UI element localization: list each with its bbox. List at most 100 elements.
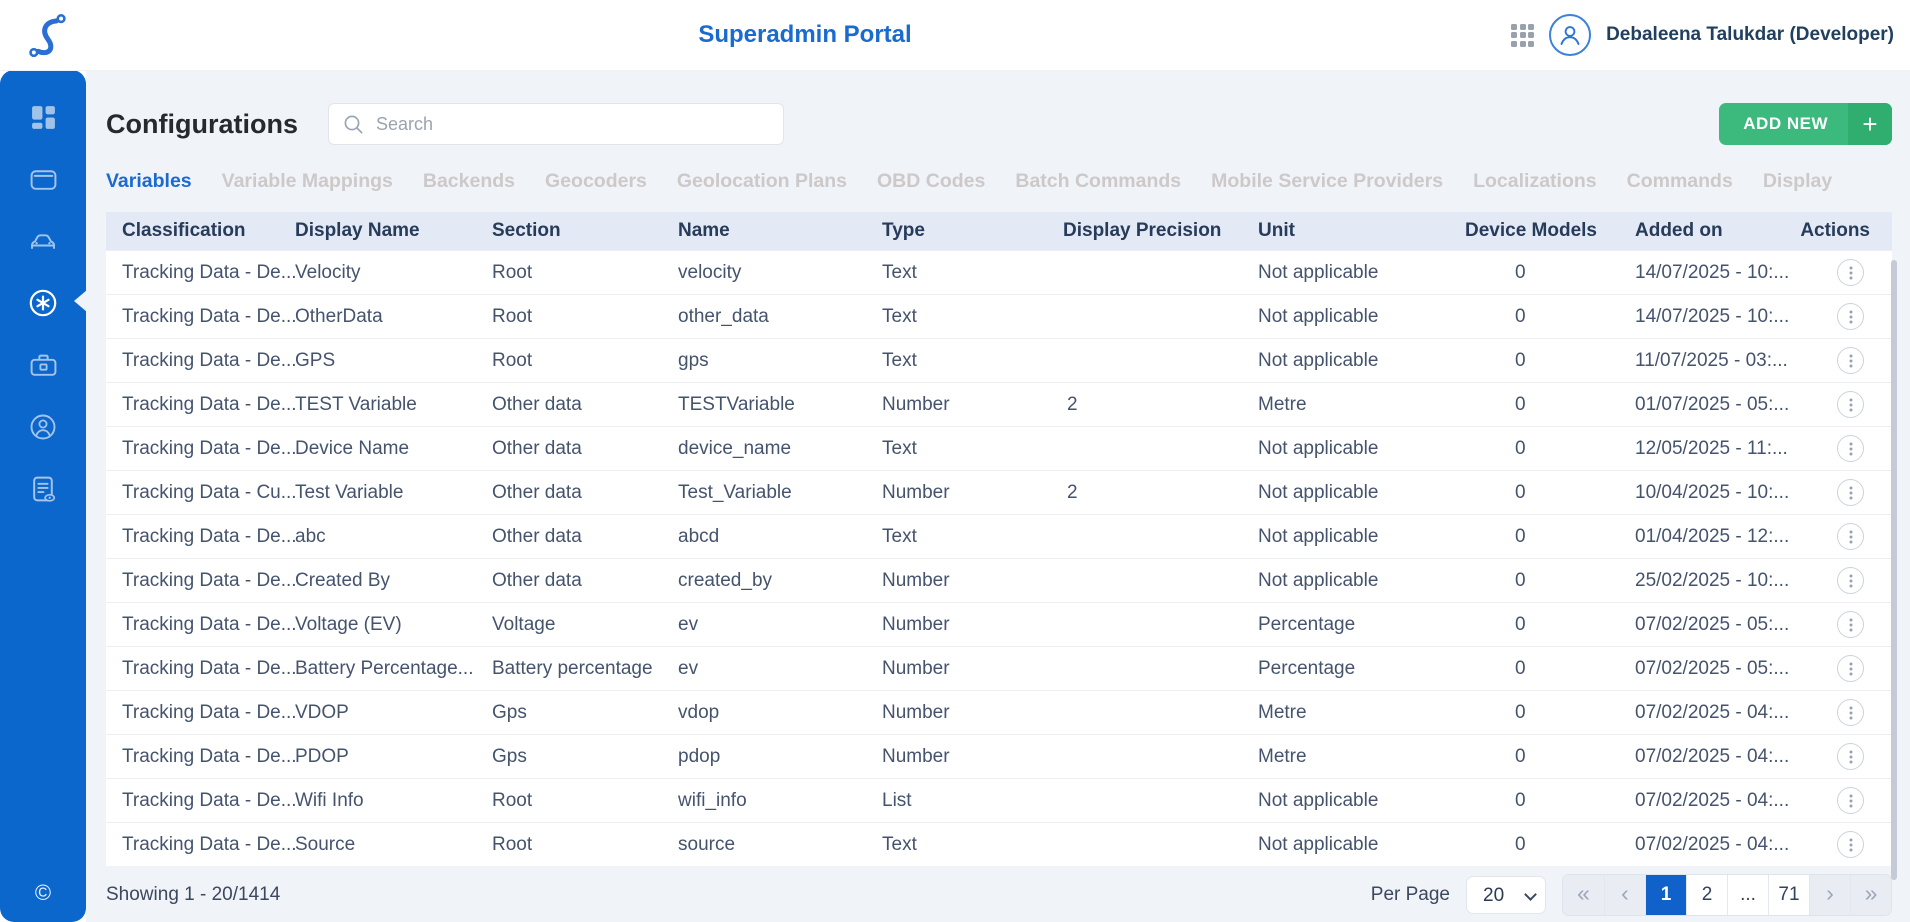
user-name: Debaleena Talukdar (Developer) <box>1606 24 1894 46</box>
table-row[interactable]: Tracking Data - Cu... Test Variable Othe… <box>106 470 1892 514</box>
table-row[interactable]: Tracking Data - De... VDOP Gps vdop Numb… <box>106 690 1892 734</box>
cell-type: List <box>882 779 1063 822</box>
row-actions-button[interactable] <box>1837 347 1864 374</box>
table-row[interactable]: Tracking Data - De... Wifi Info Root wif… <box>106 778 1892 822</box>
table-row[interactable]: Tracking Data - De... Created By Other d… <box>106 558 1892 602</box>
table-row[interactable]: Tracking Data - De... Voltage (EV) Volta… <box>106 602 1892 646</box>
variables-table: Classification Display Name Section Name… <box>106 212 1892 866</box>
table-row[interactable]: Tracking Data - De... GPS Root gps Text … <box>106 338 1892 382</box>
sidebar-item-dashboard[interactable] <box>0 86 86 148</box>
tab[interactable]: Geolocation Plans <box>677 170 847 193</box>
page-button: ... <box>1727 875 1768 915</box>
next-page-button[interactable]: › <box>1809 875 1850 915</box>
row-actions-button[interactable] <box>1837 787 1864 814</box>
prev-page-button[interactable]: ‹ <box>1604 875 1645 915</box>
cell-display-name: OtherData <box>295 295 492 338</box>
cell-unit: Not applicable <box>1258 823 1465 866</box>
row-actions-button[interactable] <box>1837 567 1864 594</box>
cell-section: Other data <box>492 559 678 602</box>
table-row[interactable]: Tracking Data - De... OtherData Root oth… <box>106 294 1892 338</box>
cell-display-name: VDOP <box>295 691 492 734</box>
cell-unit: Not applicable <box>1258 251 1465 294</box>
device-box-icon <box>29 166 58 193</box>
cell-unit: Not applicable <box>1258 295 1465 338</box>
row-actions-button[interactable] <box>1837 259 1864 286</box>
row-actions-button[interactable] <box>1837 391 1864 418</box>
tab[interactable]: Backends <box>423 170 515 193</box>
sidebar-item-toolbox[interactable] <box>0 334 86 396</box>
cell-display-name: Battery Percentage... <box>295 647 492 690</box>
row-actions-button[interactable] <box>1837 479 1864 506</box>
scrollbar-thumb[interactable] <box>1891 260 1897 880</box>
add-new-label: ADD NEW <box>1719 103 1848 145</box>
tab[interactable]: Display <box>1763 170 1832 193</box>
per-page-select[interactable]: 20 <box>1466 876 1546 914</box>
row-actions-button[interactable] <box>1837 435 1864 462</box>
table-row[interactable]: Tracking Data - De... Source Root source… <box>106 822 1892 866</box>
row-actions-button[interactable] <box>1837 611 1864 638</box>
tab[interactable]: Variable Mappings <box>222 170 393 193</box>
cell-unit: Not applicable <box>1258 471 1465 514</box>
tab[interactable]: OBD Codes <box>877 170 985 193</box>
table-row[interactable]: Tracking Data - De... Velocity Root velo… <box>106 250 1892 294</box>
sidebar-item-vehicles[interactable] <box>0 210 86 272</box>
table-row[interactable]: Tracking Data - De... PDOP Gps pdop Numb… <box>106 734 1892 778</box>
sidebar-item-accounts[interactable] <box>0 396 86 458</box>
apps-grid-icon[interactable] <box>1511 24 1534 47</box>
user-circle-icon <box>29 413 57 441</box>
column-header: Device Models <box>1465 212 1635 250</box>
cell-device-models: 0 <box>1465 735 1635 778</box>
page-button[interactable]: 71 <box>1768 875 1809 915</box>
tab[interactable]: Mobile Service Providers <box>1211 170 1443 193</box>
cell-section: Root <box>492 295 678 338</box>
user-avatar[interactable] <box>1549 14 1591 56</box>
last-page-button[interactable]: » <box>1850 875 1891 915</box>
tab[interactable]: Localizations <box>1473 170 1597 193</box>
page-button[interactable]: 2 <box>1686 875 1727 915</box>
row-actions-button[interactable] <box>1837 743 1864 770</box>
table-row[interactable]: Tracking Data - De... Battery Percentage… <box>106 646 1892 690</box>
cell-classification: Tracking Data - De... <box>106 251 295 294</box>
cell-section: Root <box>492 823 678 866</box>
tab[interactable]: Geocoders <box>545 170 647 193</box>
cell-classification: Tracking Data - De... <box>106 735 295 778</box>
cell-device-models: 0 <box>1465 647 1635 690</box>
cell-type: Text <box>882 427 1063 470</box>
toolbox-icon <box>29 352 58 379</box>
search-box <box>328 103 784 145</box>
page-button[interactable]: 1 <box>1645 875 1686 915</box>
cell-display-precision <box>1063 823 1258 866</box>
tab[interactable]: Variables <box>106 170 192 193</box>
cell-display-name: Source <box>295 823 492 866</box>
row-actions-button[interactable] <box>1837 655 1864 682</box>
cell-section: Voltage <box>492 603 678 646</box>
column-header: Classification <box>106 212 295 250</box>
first-page-button[interactable]: « <box>1563 875 1604 915</box>
table-row[interactable]: Tracking Data - De... Device Name Other … <box>106 426 1892 470</box>
footer-bar: Showing 1 - 20/1414 Per Page 20 « ‹ 1 <box>86 868 1910 922</box>
cell-unit: Metre <box>1258 735 1465 778</box>
sidebar-item-audit-logs[interactable] <box>0 458 86 520</box>
kebab-menu-icon <box>1844 265 1858 281</box>
cell-name: TESTVariable <box>678 383 882 426</box>
tab[interactable]: Commands <box>1627 170 1733 193</box>
cell-device-models: 0 <box>1465 779 1635 822</box>
sidebar-item-devices[interactable] <box>0 148 86 210</box>
search-input[interactable] <box>376 114 746 135</box>
column-header: Name <box>678 212 882 250</box>
kebab-menu-icon <box>1844 397 1858 413</box>
row-actions-button[interactable] <box>1837 699 1864 726</box>
row-actions-button[interactable] <box>1837 831 1864 858</box>
cell-added-on: 11/07/2025 - 03:... <box>1635 339 1798 382</box>
cell-unit: Not applicable <box>1258 515 1465 558</box>
tab[interactable]: Batch Commands <box>1015 170 1181 193</box>
cell-display-precision <box>1063 735 1258 778</box>
cell-classification: Tracking Data - Cu... <box>106 471 295 514</box>
add-new-button[interactable]: ADD NEW + <box>1719 103 1892 145</box>
table-row[interactable]: Tracking Data - De... TEST Variable Othe… <box>106 382 1892 426</box>
row-actions-button[interactable] <box>1837 523 1864 550</box>
app-title: Superadmin Portal <box>698 21 911 49</box>
column-header: Section <box>492 212 678 250</box>
row-actions-button[interactable] <box>1837 303 1864 330</box>
table-row[interactable]: Tracking Data - De... abc Other data abc… <box>106 514 1892 558</box>
